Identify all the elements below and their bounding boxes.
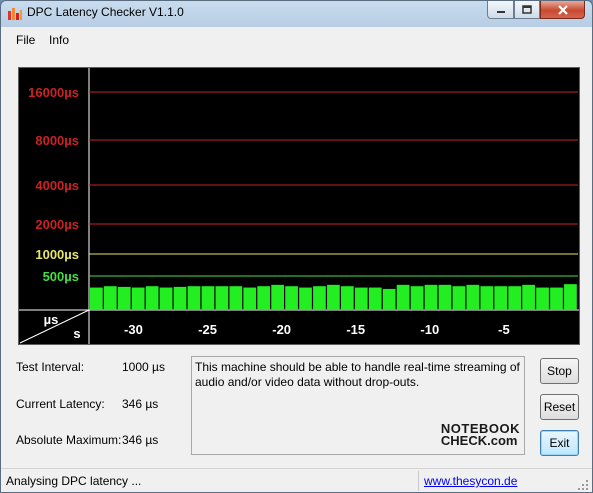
y-tick-label: 4000µs — [35, 178, 79, 193]
latency-bar — [368, 287, 382, 310]
latency-chart: 16000µs 8000µs 4000µs 2000µs 1000µs 500µs µs s -… — [18, 67, 580, 345]
x-tick-label: -20 — [272, 322, 291, 337]
latency-bar — [410, 286, 424, 310]
latency-bar — [564, 284, 577, 310]
stop-button[interactable]: Stop — [540, 358, 579, 384]
menu-info[interactable]: Info — [49, 33, 69, 47]
status-separator — [418, 471, 419, 491]
status-bar: Analysing DPC latency ... www.thesycon.d… — [1, 468, 592, 492]
current-latency-label: Current Latency: — [16, 397, 105, 411]
website-link[interactable]: www.thesycon.de — [424, 474, 517, 488]
app-window: DPC Latency Checker V1.1.0 File Info 160… — [0, 0, 593, 493]
maximize-button[interactable] — [514, 1, 540, 19]
latency-bar — [424, 284, 438, 310]
latency-bar — [382, 288, 396, 310]
x-tick-label: -5 — [498, 322, 510, 337]
latency-bar — [327, 284, 340, 310]
app-icon — [8, 8, 22, 20]
latency-bar — [285, 286, 298, 310]
y-tick-label: 500µs — [43, 269, 79, 284]
status-text: Analysing DPC latency ... — [6, 474, 142, 488]
latency-bar — [271, 284, 284, 310]
result-message-box: This machine should be able to handle re… — [191, 356, 525, 455]
latency-bar — [187, 286, 201, 310]
latency-bar — [103, 286, 117, 310]
latency-bar — [340, 286, 354, 310]
latency-bar — [131, 287, 145, 310]
latency-bar — [452, 286, 466, 310]
latency-bar — [299, 287, 312, 310]
latency-bar — [229, 286, 243, 310]
y-tick-label: 8000µs — [35, 133, 79, 148]
reset-button[interactable]: Reset — [540, 394, 579, 420]
latency-bar — [215, 286, 229, 310]
exit-button[interactable]: Exit — [540, 430, 579, 456]
absolute-maximum-label: Absolute Maximum: — [16, 433, 122, 447]
x-tick-label: -15 — [346, 322, 365, 337]
latency-chart-plot: 16000µs 8000µs 4000µs 2000µs 1000µs 500µs µss -… — [19, 68, 579, 344]
latency-bar — [396, 284, 410, 310]
latency-bar — [90, 287, 103, 310]
latency-bar — [508, 286, 522, 310]
x-tick-label: -30 — [124, 322, 143, 337]
current-latency-value: 346 µs — [122, 397, 159, 411]
menu-file[interactable]: File — [16, 33, 35, 47]
latency-bar — [313, 286, 326, 310]
notebookcheck-logo: NOTEBOOK CHECK.com — [441, 421, 520, 448]
title-bar: DPC Latency Checker V1.1.0 — [1, 1, 592, 27]
minimize-button[interactable] — [487, 1, 514, 19]
test-interval-value: 1000 µs — [122, 360, 165, 374]
y-tick-label: 16000µs — [28, 85, 79, 100]
maximize-icon — [522, 5, 532, 14]
close-icon — [557, 4, 568, 15]
test-interval-label: Test Interval: — [16, 360, 85, 374]
latency-bar — [494, 286, 508, 310]
latency-bar — [173, 286, 187, 310]
latency-bar — [438, 284, 452, 310]
latency-bar — [201, 286, 215, 310]
resize-grip-icon[interactable] — [577, 479, 589, 491]
latency-bar — [159, 287, 173, 310]
latency-bar — [522, 284, 535, 310]
y-tick-label: 2000µs — [35, 217, 79, 232]
logo-bottom: CHECK.com — [440, 433, 518, 448]
latency-bar — [145, 286, 159, 310]
minimize-icon — [496, 10, 505, 13]
axis-unit-us: µs — [44, 312, 59, 327]
window-title: DPC Latency Checker V1.1.0 — [27, 5, 184, 19]
x-tick-label: -10 — [420, 322, 439, 337]
latency-bar — [354, 287, 368, 310]
latency-bar — [480, 286, 494, 310]
latency-bar — [243, 287, 257, 310]
latency-bar — [466, 284, 480, 310]
close-button[interactable] — [540, 1, 585, 19]
latency-bar — [550, 287, 563, 310]
latency-bar — [117, 286, 131, 310]
menu-bar: File Info — [1, 27, 592, 53]
y-tick-label: 1000µs — [35, 247, 79, 262]
axis-unit-s: s — [73, 326, 80, 341]
result-message: This machine should be able to handle re… — [195, 360, 520, 389]
x-tick-label: -25 — [198, 322, 217, 337]
latency-bar — [257, 286, 271, 310]
absolute-maximum-value: 346 µs — [122, 433, 159, 447]
latency-bar — [536, 287, 549, 310]
